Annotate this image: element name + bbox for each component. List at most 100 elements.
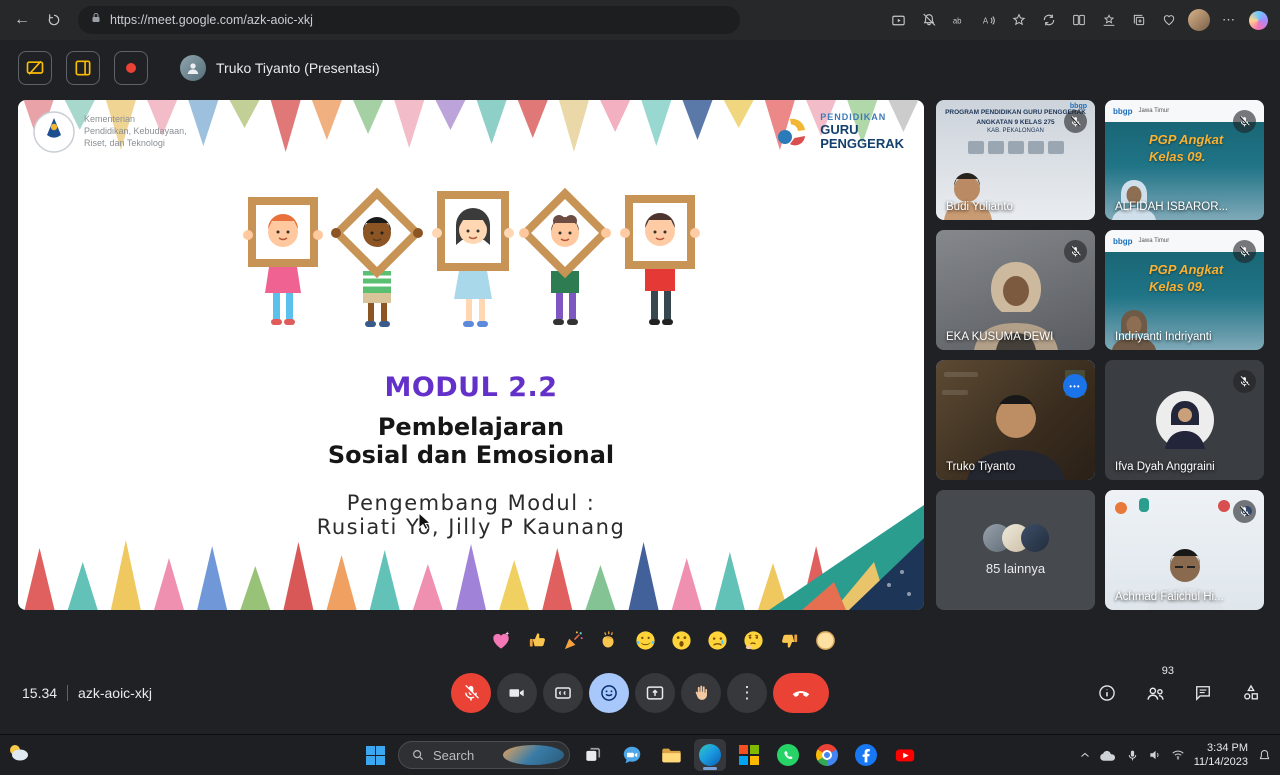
reaction-thumbs-up[interactable] [525,628,549,652]
chat-panel-button[interactable] [1190,680,1216,706]
microsoft-store-button[interactable] [733,739,765,771]
reaction-face-wow[interactable] [669,628,693,652]
sync-button[interactable] [1035,7,1062,33]
reaction-face-thinking[interactable] [741,628,765,652]
whatsapp-button[interactable] [772,739,804,771]
reaction-party-popper[interactable] [561,628,585,652]
windows-taskbar: Search 3:34 PM 11/14/2023 [0,734,1280,775]
screen: ← https://meet.google.com/azk-aoic-xkj a… [0,0,1280,775]
participant-tile[interactable]: Achmad Falichul Hi... [1105,490,1264,610]
people-panel-button[interactable]: 93 [1142,665,1174,706]
copilot-button[interactable] [1245,7,1272,33]
search-highlight-image [502,745,564,765]
add-favorite-star-icon[interactable] [1005,7,1032,33]
taskbar-clock[interactable]: 3:34 PM 11/14/2023 [1194,741,1248,770]
participant-name: Budi Yulianto [946,201,1013,213]
reactions-button[interactable] [589,673,629,713]
sparkling-heart-icon [492,630,509,649]
reaction-face-joy[interactable] [633,628,657,652]
mic-muted-button[interactable] [451,673,491,713]
onedrive-icon[interactable] [1099,749,1117,762]
more-options-button[interactable]: ⋮ [727,673,767,713]
raise-hand-icon [695,685,707,700]
facebook-icon [855,744,877,766]
browser-essentials-icon[interactable] [1155,7,1182,33]
reaction-thumbs-down[interactable] [777,628,801,652]
side-panel-button[interactable] [66,51,100,85]
camera-button[interactable] [497,673,537,713]
chat-app-button[interactable] [616,739,648,771]
participant-tile[interactable]: 85 lainnya [936,490,1095,610]
address-bar[interactable]: https://meet.google.com/azk-aoic-xkj [78,6,740,34]
task-view-button[interactable] [577,739,609,771]
participant-count-badge: 93 [1161,665,1174,677]
chat-icon [1196,686,1210,701]
participant-tile[interactable]: ••• Truko Tiyanto [936,360,1095,480]
weather-widget[interactable] [5,741,31,770]
reaction-skin-tone[interactable] [813,628,837,652]
split-screen-button[interactable] [1065,7,1092,33]
presentation-slide[interactable]: Kementerian Pendidikan, Kebudayaan, Rise… [18,100,924,610]
tray-wifi-icon[interactable] [1171,748,1185,762]
notifications-blocked-icon[interactable] [915,7,942,33]
reaction-sparkling-heart[interactable] [489,628,513,652]
svg-text:ab: ab [953,16,962,25]
media-controls-button[interactable] [885,7,912,33]
clapping-hands-icon [602,630,614,647]
pgp-text-line2: GURU [820,121,859,137]
tray-expand-button[interactable] [1079,749,1091,761]
participant-tile[interactable]: EKA KUSUMA DEWI [936,230,1095,350]
translate-button[interactable]: ab [945,7,972,33]
reaction-face-sad[interactable] [705,628,729,652]
youtube-button[interactable] [889,739,921,771]
participant-tile[interactable]: bbgp Jawa Timur PGP Angkat Kelas 09. ALFID… [1105,100,1264,220]
info-icon [1099,685,1115,701]
stop-presentation-button[interactable] [18,51,52,85]
slide-title-line2: Sosial dan Emosional [327,441,615,469]
collections-button[interactable] [1125,7,1152,33]
ministry-line3: Riset, dan Teknologi [84,137,165,148]
read-aloud-button[interactable]: A [975,7,1002,33]
microsoft-store-icon [739,745,759,765]
call-controls: ⋮ [451,673,829,713]
participant-tile[interactable]: bbgp Jawa Timur PGP Angkat Kelas 09. Indri… [1105,230,1264,350]
back-button[interactable]: ← [8,6,36,34]
file-explorer-button[interactable] [655,739,687,771]
presenter-info: Truko Tiyanto (Presentasi) [180,55,380,81]
party-popper-icon [564,630,583,649]
mic-muted-icon [1233,370,1256,393]
tile-options-button[interactable]: ••• [1063,374,1087,398]
activities-icon [1244,684,1258,700]
settings-menu-button[interactable]: ⋯ [1215,7,1242,33]
meeting-details-button[interactable] [1094,680,1120,706]
face-thinking-icon [743,630,763,650]
bbgp-logo-text: bbgp [1069,103,1087,110]
tray-mic-icon[interactable] [1126,749,1139,762]
recording-indicator-button[interactable] [114,51,148,85]
presentation-topbar: Truko Tiyanto (Presentasi) [18,48,380,88]
reaction-clapping-hands[interactable] [597,628,621,652]
participant-tile[interactable]: Ifva Dyah Anggraini [1105,360,1264,480]
captions-button[interactable] [543,673,583,713]
end-call-button[interactable] [773,673,829,713]
corner-decoration [769,505,924,610]
favorites-button[interactable] [1095,7,1122,33]
profile-avatar[interactable] [1185,7,1212,33]
facebook-button[interactable] [850,739,882,771]
participant-video [1112,310,1156,350]
edge-button[interactable] [694,739,726,771]
start-button[interactable] [359,739,391,771]
record-icon [126,63,136,73]
notifications-button[interactable] [1257,748,1272,763]
participant-tile[interactable]: bbgp PROGRAM PENDIDIKAN GURU PENGGERAK A… [936,100,1095,220]
refresh-button[interactable] [40,6,68,34]
raise-hand-button[interactable] [681,673,721,713]
participant-name: ALFIDAH ISBAROR... [1115,201,1229,213]
tray-speaker-icon[interactable] [1148,748,1162,762]
edge-icon [699,744,721,766]
present-button[interactable] [635,673,675,713]
lock-icon [90,11,102,29]
taskbar-search[interactable]: Search [398,741,570,769]
activities-button[interactable] [1238,680,1264,706]
chrome-button[interactable] [811,739,843,771]
